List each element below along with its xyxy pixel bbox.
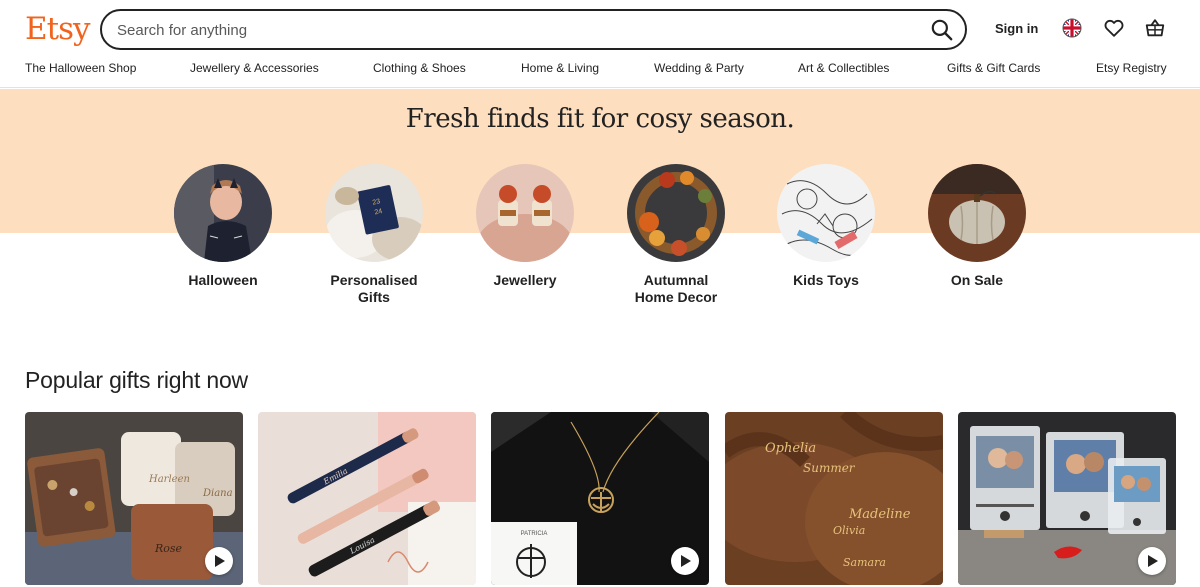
play-video-button[interactable] [671,547,699,575]
nav-item-etsy-registry[interactable]: Etsy Registry [1096,61,1167,75]
search-bar [100,9,967,50]
play-icon [1148,555,1158,567]
hero-title: Fresh finds fit for cosy season. [405,104,795,134]
nav-item-art-collectibles[interactable]: Art & Collectibles [798,61,889,75]
category-kids-toys-image [777,164,875,262]
play-icon [215,555,225,567]
search-icon [931,19,953,41]
cart-button[interactable] [1144,17,1166,39]
card-engraving: Samara [843,556,886,569]
product-card[interactable]: Emilia Louisa [258,412,476,585]
basket-icon [1145,19,1165,37]
card-engraving: Rose [154,542,183,555]
uk-flag-icon [1062,18,1082,38]
category-on-sale-image [928,164,1026,262]
play-video-button[interactable] [205,547,233,575]
category-jewellery[interactable]: Jewellery [450,164,600,289]
category-label: Jewellery [493,272,557,288]
nav-item-jewellery-accessories[interactable]: Jewellery & Accessories [190,61,319,75]
product-card[interactable]: PATRICIA [491,412,709,585]
sign-in-link[interactable]: Sign in [995,21,1038,36]
nav-item-home-living[interactable]: Home & Living [521,61,599,75]
play-icon [681,555,691,567]
product-image: Emilia Louisa [258,412,476,585]
card-engraving: Ophelia [765,441,816,456]
card-engraving: Summer [803,461,856,475]
nav-item-wedding-party[interactable]: Wedding & Party [654,61,744,75]
category-label: On Sale [950,272,1004,288]
category-on-sale[interactable]: On Sale [902,164,1052,289]
category-halloween-image [174,164,272,262]
heart-icon [1104,19,1124,37]
nav-item-halloween-shop[interactable]: The Halloween Shop [25,61,136,75]
card-caption: PATRICIA [521,531,548,537]
popular-gifts-title: Popular gifts right now [25,367,248,393]
favourites-button[interactable] [1103,17,1125,39]
card-engraving: Harleen [148,474,190,485]
category-personalised-gifts[interactable]: 23 24 Personalised Gifts [299,164,449,306]
category-label: Personalised Gifts [330,272,418,305]
search-input[interactable] [117,19,897,41]
category-jewellery-image [476,164,574,262]
product-card[interactable]: Harleen Diana Rose [25,412,243,585]
category-nav: The Halloween Shop Jewellery & Accessori… [0,58,1200,88]
category-autumnal-home-decor-image [627,164,725,262]
product-card[interactable] [958,412,1176,585]
nav-item-gifts-gift-cards[interactable]: Gifts & Gift Cards [947,61,1040,75]
card-engraving: Madeline [848,507,911,522]
search-button[interactable] [929,17,955,43]
category-personalised-gifts-image: 23 24 [325,164,423,262]
category-label: Autumnal Home Decor [634,272,718,305]
product-image: Ophelia Summer Madeline Olivia Samara [725,412,943,585]
site-header: Etsy Sign in [0,0,1200,58]
category-kids-toys[interactable]: Kids Toys [751,164,901,289]
play-video-button[interactable] [1138,547,1166,575]
category-autumnal-home-decor[interactable]: Autumnal Home Decor [601,164,751,306]
category-halloween[interactable]: Halloween [148,164,298,289]
card-engraving: Diana [202,488,233,499]
currency-region-button[interactable] [1061,17,1083,39]
nav-item-clothing-shoes[interactable]: Clothing & Shoes [373,61,466,75]
product-card[interactable]: Ophelia Summer Madeline Olivia Samara [725,412,943,585]
category-label: Halloween [188,272,258,288]
etsy-logo[interactable]: Etsy [25,9,91,49]
category-label: Kids Toys [793,272,859,288]
card-engraving: Olivia [833,524,865,537]
